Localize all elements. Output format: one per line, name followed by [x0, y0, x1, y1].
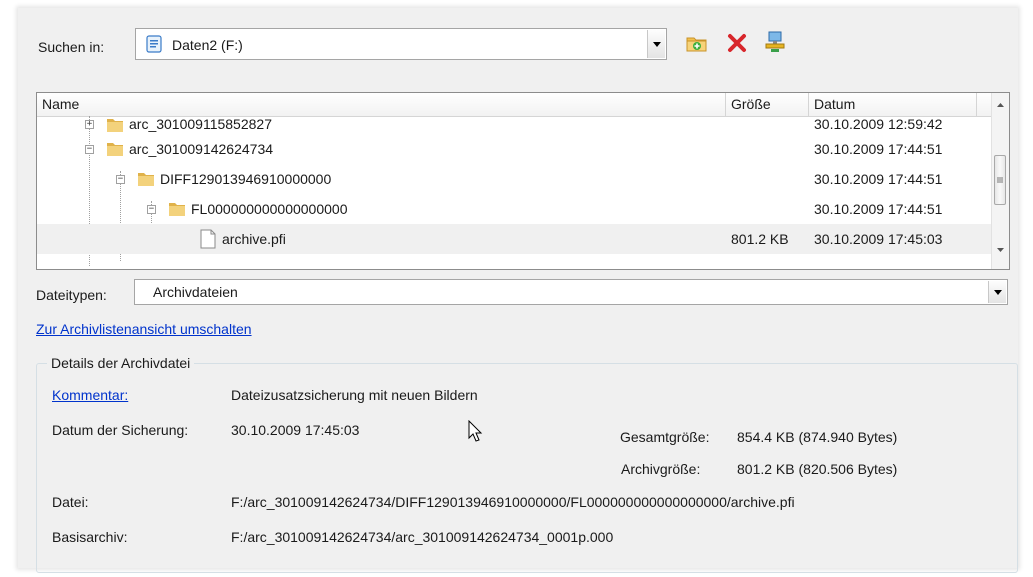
new-folder-icon[interactable]: [685, 31, 709, 55]
file-dialog: Suchen in: Daten2 (F:) Name Größe Datum: [18, 8, 1018, 573]
chevron-down-icon: [652, 41, 661, 47]
list-row[interactable]: − FL000000000000000000 30.10.2009 17:44:…: [37, 194, 994, 224]
file-label: Datei:: [52, 494, 89, 510]
list-row[interactable]: − DIFF129013946910000000 30.10.2009 17:4…: [37, 164, 994, 194]
row-date: 30.10.2009 17:44:51: [814, 201, 943, 217]
folder-icon: [136, 170, 156, 188]
archive-size-label: Archivgröße:: [621, 461, 701, 477]
row-date: 30.10.2009 17:45:03: [814, 231, 943, 247]
filetypes-label: Dateitypen:: [36, 287, 107, 303]
row-name: archive.pfi: [222, 231, 286, 247]
scroll-thumb[interactable]: [994, 155, 1006, 205]
filetypes-dropdown-button[interactable]: [988, 281, 1006, 303]
folder-icon: [105, 140, 125, 158]
total-size-value: 854.4 KB (874.940 Bytes): [737, 429, 898, 445]
collapse-icon[interactable]: −: [116, 175, 125, 184]
row-name: arc_301009142624734: [129, 141, 274, 157]
list-scrollbar[interactable]: [991, 93, 1009, 269]
network-icon[interactable]: [763, 30, 787, 54]
column-header-date[interactable]: Datum: [809, 93, 977, 116]
comment-link[interactable]: Kommentar:: [52, 387, 128, 403]
file-list[interactable]: Name Größe Datum + arc_301009115852827 3…: [36, 92, 1010, 270]
list-row[interactable]: archive.pfi 801.2 KB 30.10.2009 17:45:03: [37, 224, 994, 254]
lookin-label: Suchen in:: [38, 39, 105, 55]
lookin-dropdown-button[interactable]: [647, 30, 665, 58]
row-date: 30.10.2009 12:59:42: [814, 116, 943, 132]
file-path-value: F:/arc_301009142624734/DIFF1290139469100…: [231, 494, 795, 510]
grip-icon: [997, 177, 1003, 183]
list-row[interactable]: + arc_301009115852827 30.10.2009 12:59:4…: [37, 116, 994, 134]
base-archive-value: F:/arc_301009142624734/arc_3010091426247…: [231, 529, 614, 545]
drive-icon: [146, 35, 162, 53]
lookin-value: Daten2 (F:): [172, 37, 243, 53]
chevron-down-icon: [997, 247, 1004, 252]
details-title: Details der Archivdatei: [47, 355, 195, 371]
list-header: Name Größe Datum: [37, 93, 994, 117]
scroll-down-button[interactable]: [992, 241, 1009, 258]
expand-icon[interactable]: +: [85, 120, 94, 129]
row-date: 30.10.2009 17:44:51: [814, 141, 943, 157]
chevron-down-icon: [993, 289, 1002, 295]
collapse-icon[interactable]: −: [85, 145, 94, 154]
scroll-up-button[interactable]: [992, 96, 1009, 113]
backup-date-label: Datum der Sicherung:: [52, 422, 189, 438]
filetypes-combo[interactable]: Archivdateien: [134, 279, 1008, 305]
lookin-combo[interactable]: Daten2 (F:): [135, 28, 667, 60]
backup-date-value: 30.10.2009 17:45:03: [231, 422, 360, 438]
base-archive-label: Basisarchiv:: [52, 529, 128, 545]
folder-icon: [167, 200, 187, 218]
folder-icon: [105, 116, 125, 134]
column-header-size[interactable]: Größe: [726, 93, 809, 116]
total-size-label: Gesamtgröße:: [620, 429, 710, 445]
comment-value: Dateizusatzsicherung mit neuen Bildern: [231, 387, 478, 403]
row-date: 30.10.2009 17:44:51: [814, 171, 943, 187]
column-header-name[interactable]: Name: [37, 93, 726, 116]
switch-view-link[interactable]: Zur Archivlistenansicht umschalten: [36, 321, 252, 337]
row-name: DIFF129013946910000000: [160, 171, 332, 187]
chevron-up-icon: [997, 102, 1004, 107]
file-icon: [199, 229, 217, 249]
row-name: arc_301009115852827: [129, 116, 272, 132]
archive-size-value: 801.2 KB (820.506 Bytes): [737, 461, 898, 477]
delete-icon[interactable]: [725, 31, 749, 55]
list-row[interactable]: − arc_301009142624734 30.10.2009 17:44:5…: [37, 134, 994, 164]
filetypes-value: Archivdateien: [153, 284, 238, 300]
mouse-cursor-icon: [468, 419, 484, 444]
row-size: 801.2 KB: [731, 231, 789, 247]
row-name: FL000000000000000000: [191, 201, 348, 217]
collapse-icon[interactable]: −: [147, 205, 156, 214]
